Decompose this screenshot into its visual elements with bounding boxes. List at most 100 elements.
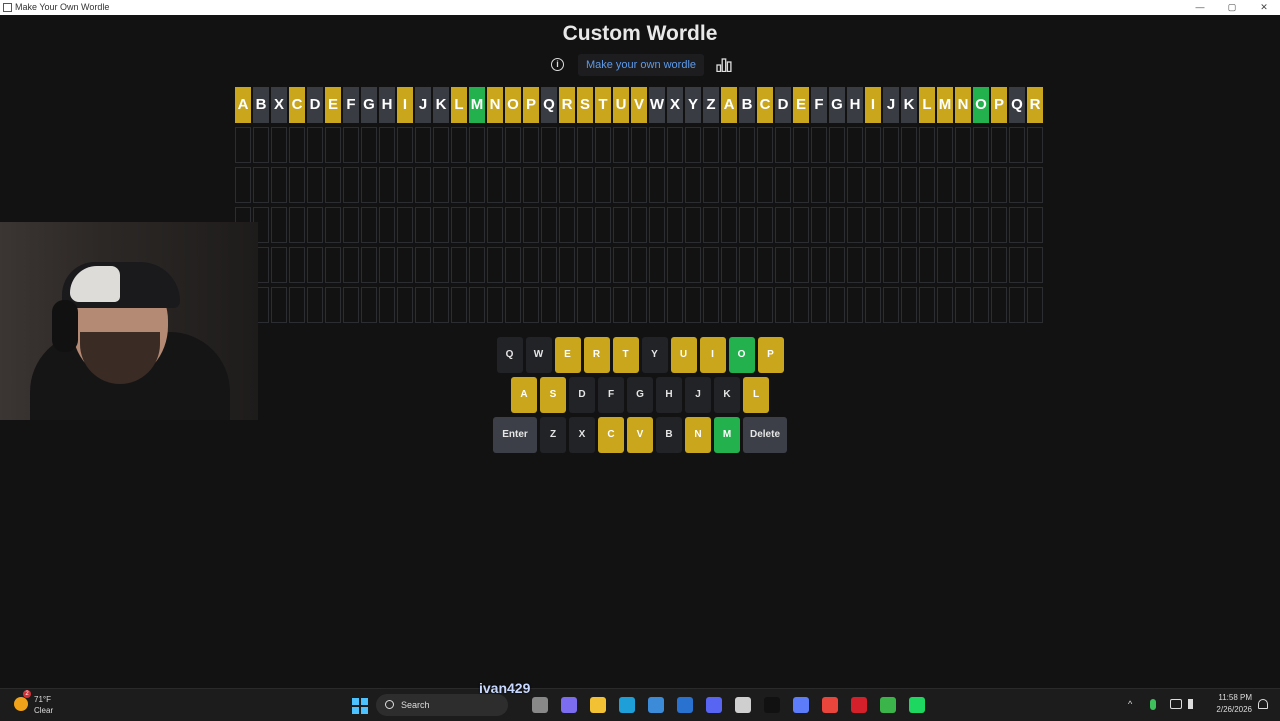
tile-empty — [721, 287, 737, 323]
key-d[interactable]: D — [569, 377, 595, 413]
key-v[interactable]: V — [627, 417, 653, 453]
key-m[interactable]: M — [714, 417, 740, 453]
tile-empty — [505, 127, 521, 163]
tile-empty — [289, 247, 305, 283]
tile-present: A — [235, 87, 251, 123]
key-c[interactable]: C — [598, 417, 624, 453]
tile-empty — [541, 247, 557, 283]
spotify-icon[interactable] — [909, 697, 925, 713]
key-p[interactable]: P — [757, 337, 784, 373]
clock-time[interactable]: 11:58 PM — [1204, 693, 1252, 702]
tile-empty — [793, 207, 809, 243]
tile-empty — [685, 167, 701, 203]
tile-empty — [361, 127, 377, 163]
tile-empty — [1027, 287, 1043, 323]
discord-icon[interactable] — [706, 697, 722, 713]
key-z[interactable]: Z — [540, 417, 566, 453]
key-s[interactable]: S — [540, 377, 566, 413]
file-explorer-icon[interactable] — [590, 697, 606, 713]
tile-empty — [973, 207, 989, 243]
tile-empty — [289, 167, 305, 203]
copilot-icon[interactable] — [561, 697, 577, 713]
app-icon[interactable] — [793, 697, 809, 713]
tile-empty — [991, 127, 1007, 163]
key-enter[interactable]: Enter — [493, 417, 537, 453]
tiktok-icon[interactable] — [764, 697, 780, 713]
tile-empty — [757, 127, 773, 163]
tile-empty — [883, 167, 899, 203]
tile-present: N — [487, 87, 503, 123]
adobe-icon[interactable] — [851, 697, 867, 713]
microphone-icon[interactable] — [1150, 699, 1156, 710]
tile-empty — [739, 287, 755, 323]
key-q[interactable]: Q — [496, 337, 523, 373]
key-a[interactable]: A — [511, 377, 537, 413]
notification-bell-icon[interactable] — [1258, 699, 1268, 709]
tile-absent: Q — [541, 87, 557, 123]
key-r[interactable]: R — [583, 337, 610, 373]
chrome-icon[interactable] — [822, 697, 838, 713]
tile-empty — [829, 287, 845, 323]
tile-empty — [325, 167, 341, 203]
edge-icon[interactable] — [619, 697, 635, 713]
tile-empty — [667, 167, 683, 203]
tile-empty — [343, 127, 359, 163]
key-e[interactable]: E — [554, 337, 581, 373]
tile-empty — [523, 127, 539, 163]
tile-empty — [271, 167, 287, 203]
key-l[interactable]: L — [743, 377, 769, 413]
close-button[interactable]: ✕ — [1248, 0, 1280, 15]
tile-empty — [991, 247, 1007, 283]
tile-empty — [577, 167, 593, 203]
key-n[interactable]: N — [685, 417, 711, 453]
maximize-button[interactable]: ▢ — [1216, 0, 1248, 15]
tile-empty — [703, 247, 719, 283]
key-j[interactable]: J — [685, 377, 711, 413]
network-icon[interactable] — [1170, 699, 1182, 709]
media-icon[interactable] — [880, 697, 896, 713]
task-view-icon[interactable] — [532, 697, 548, 713]
tile-absent: G — [829, 87, 845, 123]
start-icon[interactable] — [352, 698, 368, 714]
key-w[interactable]: W — [525, 337, 552, 373]
key-h[interactable]: H — [656, 377, 682, 413]
tile-empty — [847, 127, 863, 163]
tile-absent: Z — [703, 87, 719, 123]
tile-empty — [433, 207, 449, 243]
key-b[interactable]: B — [656, 417, 682, 453]
obs-icon[interactable] — [735, 697, 751, 713]
chevron-up-icon[interactable]: ^ — [1128, 699, 1132, 709]
outlook-icon[interactable] — [677, 697, 693, 713]
tile-empty — [901, 287, 917, 323]
tile-empty — [757, 247, 773, 283]
store-icon[interactable] — [648, 697, 664, 713]
tile-empty — [829, 167, 845, 203]
key-x[interactable]: X — [569, 417, 595, 453]
key-u[interactable]: U — [670, 337, 697, 373]
key-g[interactable]: G — [627, 377, 653, 413]
tile-empty — [505, 167, 521, 203]
stats-icon[interactable] — [716, 58, 732, 72]
clock-date[interactable]: 2/26/2026 — [1204, 705, 1252, 714]
key-f[interactable]: F — [598, 377, 624, 413]
key-k[interactable]: K — [714, 377, 740, 413]
info-icon[interactable]: i — [551, 58, 564, 71]
tile-empty — [955, 127, 971, 163]
tile-empty — [451, 127, 467, 163]
tile-empty — [649, 127, 665, 163]
tile-empty — [811, 127, 827, 163]
taskbar-search[interactable]: Search — [376, 694, 508, 716]
tile-empty — [271, 127, 287, 163]
tile-empty — [775, 167, 791, 203]
key-y[interactable]: Y — [641, 337, 668, 373]
key-t[interactable]: T — [612, 337, 639, 373]
notification-badge: 2 — [23, 690, 31, 698]
make-your-own-wordle-link[interactable]: Make your own wordle — [578, 54, 704, 76]
tile-empty — [487, 207, 503, 243]
minimize-button[interactable]: — — [1184, 0, 1216, 15]
key-delete[interactable]: Delete — [743, 417, 787, 453]
key-i[interactable]: I — [699, 337, 726, 373]
volume-icon[interactable] — [1188, 699, 1198, 709]
tile-empty — [433, 167, 449, 203]
key-o[interactable]: O — [728, 337, 755, 373]
